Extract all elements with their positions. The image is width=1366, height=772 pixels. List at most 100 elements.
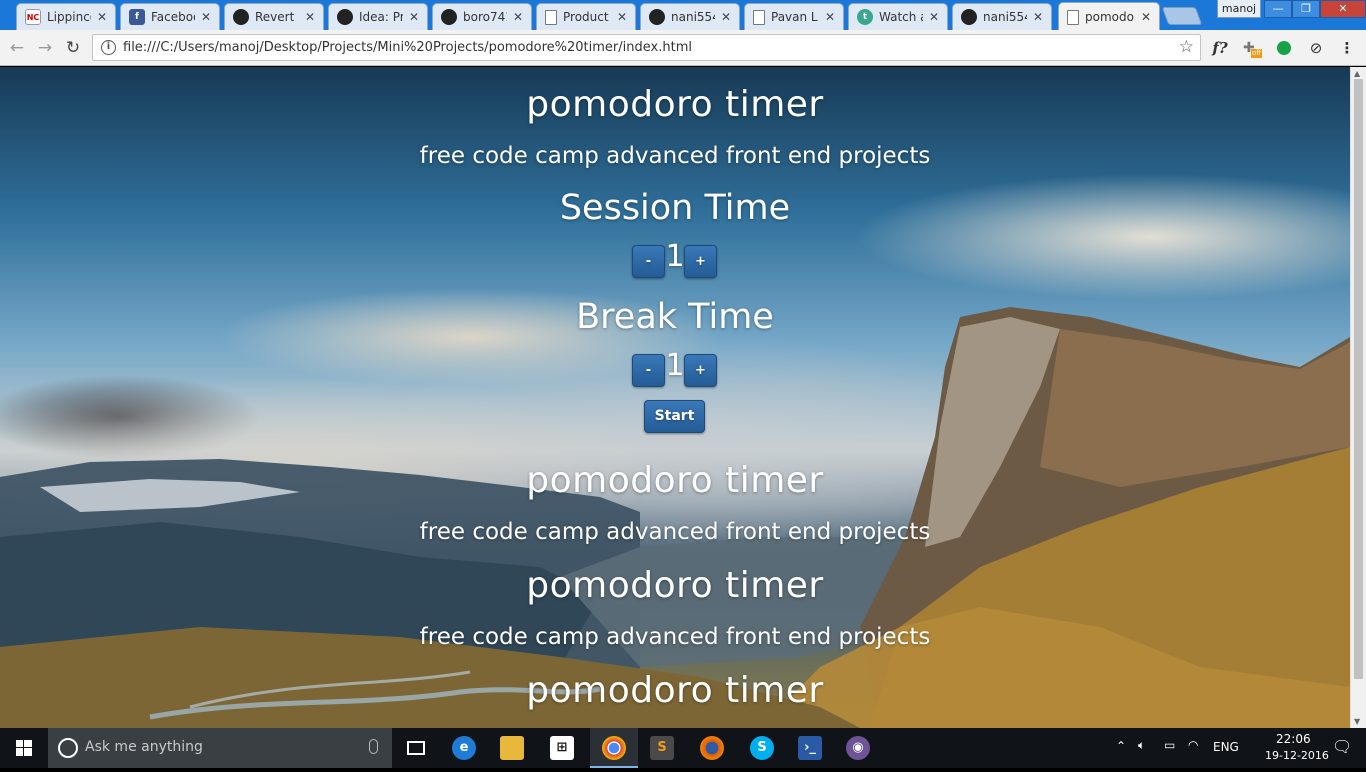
tab-title: Product (563, 10, 609, 24)
session-increment-button[interactable]: + (684, 245, 717, 278)
tab-title: nani554 (671, 10, 715, 24)
new-tab-button[interactable] (1161, 7, 1203, 25)
folder-icon (500, 736, 524, 760)
back-icon[interactable]: ← (6, 37, 28, 59)
taskbar-skype[interactable]: S (738, 728, 786, 768)
tab-title: Idea: Pro (359, 10, 403, 24)
close-icon[interactable]: ✕ (823, 10, 837, 24)
browser-tab-strip: NC Lippinco ✕ f Faceboo ✕ Revert "r ✕ Id… (0, 0, 1366, 31)
clock-time[interactable]: 22:06 (1276, 732, 1311, 746)
close-icon[interactable]: ✕ (1031, 10, 1045, 24)
profile-button[interactable]: manoj (1217, 0, 1261, 18)
tab-title: Faceboo (151, 10, 195, 24)
cortana-search-box[interactable]: Ask me anything (48, 728, 392, 768)
facebook-icon: f (129, 9, 145, 25)
close-icon[interactable]: ✕ (303, 10, 317, 24)
scroll-up-icon[interactable]: ▲ (1354, 69, 1360, 78)
close-icon[interactable]: ✕ (511, 10, 525, 24)
tab-title: nani554 (983, 10, 1027, 24)
repeat-title: pomodoro timer (526, 565, 824, 606)
page-subtitle: free code camp advanced front end projec… (419, 143, 931, 169)
github-icon (649, 9, 665, 25)
taskbar-powershell[interactable]: ›_ (786, 728, 834, 768)
restore-button[interactable]: ❐ (1292, 0, 1320, 18)
grammarly-icon[interactable] (1273, 37, 1295, 59)
break-value: 1 (665, 348, 685, 383)
window-close-button[interactable]: ✕ (1320, 0, 1366, 18)
taskbar-store[interactable]: ⊞ (538, 728, 586, 768)
star-icon[interactable]: ☆ (1179, 37, 1194, 57)
url-text[interactable]: file:///C:/Users/manoj/Desktop/Projects/… (123, 40, 692, 55)
close-icon[interactable]: ✕ (615, 10, 629, 24)
info-icon[interactable]: i (101, 40, 116, 55)
microphone-icon[interactable] (369, 739, 378, 754)
browser-tab[interactable]: t Watch a ✕ (848, 3, 948, 30)
browser-tab[interactable]: Revert "r ✕ (224, 3, 324, 30)
taskbar-edge[interactable]: e (440, 728, 488, 768)
close-icon[interactable]: ✕ (927, 10, 941, 24)
battery-icon[interactable]: ▭ (1164, 738, 1175, 752)
close-icon[interactable]: ✕ (1139, 10, 1153, 24)
browser-tab[interactable]: boro741 ✕ (432, 3, 532, 30)
close-icon[interactable]: ✕ (95, 10, 109, 24)
start-button[interactable]: Start (644, 400, 705, 433)
close-icon[interactable]: ✕ (719, 10, 733, 24)
scroll-thumb[interactable] (1354, 79, 1363, 679)
repeat-subtitle: free code camp advanced front end projec… (419, 624, 931, 650)
close-icon[interactable]: ✕ (199, 10, 213, 24)
menu-icon[interactable]: ⋮ (1336, 37, 1358, 59)
repeat-title: pomodoro timer (526, 460, 824, 501)
browser-tab[interactable]: NC Lippinco ✕ (16, 3, 116, 30)
nc-icon: NC (25, 9, 41, 25)
sync-extension-icon[interactable]: ⊘ (1305, 37, 1327, 59)
show-hidden-icons-icon[interactable]: ⌃ (1116, 739, 1126, 753)
forward-icon[interactable]: → (34, 37, 56, 59)
volume-icon[interactable]: 🔈︎ (1138, 738, 1145, 753)
break-decrement-button[interactable]: - (632, 354, 665, 387)
language-indicator[interactable]: ENG (1213, 740, 1239, 754)
browser-tab[interactable]: Product ✕ (536, 3, 636, 30)
browser-tab[interactable]: nani554 ✕ (640, 3, 740, 30)
windows-start-button[interactable] (0, 728, 48, 768)
browser-tab[interactable]: Pavan L ✕ (744, 3, 844, 30)
repeat-subtitle: free code camp advanced front end projec… (419, 519, 931, 545)
taskbar-chrome[interactable] (590, 728, 638, 768)
taskbar-firefox[interactable] (688, 728, 736, 768)
browser-tab-active[interactable]: pomodo ✕ (1058, 2, 1160, 31)
scroll-down-icon[interactable]: ▼ (1354, 717, 1360, 726)
taskbar-sublime[interactable]: S (638, 728, 686, 768)
tab-title: boro741 (463, 10, 507, 24)
reload-icon[interactable]: ↻ (62, 37, 84, 59)
break-controls: - 1 + (0, 348, 1350, 390)
browser-tab[interactable]: f Faceboo ✕ (120, 3, 220, 30)
taskbar-github-desktop[interactable]: ◉ (834, 728, 882, 768)
notifications-icon[interactable]: 🗨︎ (1332, 737, 1352, 756)
browser-tab[interactable]: nani554 ✕ (952, 3, 1052, 30)
session-controls: - 1 + (0, 242, 1350, 281)
document-icon (753, 9, 765, 25)
powershell-icon: ›_ (798, 736, 822, 760)
session-decrement-button[interactable]: - (632, 245, 665, 278)
taskbar-file-explorer[interactable] (488, 728, 536, 768)
browser-tab[interactable]: Idea: Pro ✕ (328, 3, 428, 30)
store-icon: ⊞ (550, 736, 574, 760)
windows-taskbar: Ask me anything e ⊞ S S ›_ ◉ ⌃ 🔈︎ ▭ ◠ EN… (0, 728, 1366, 768)
firefox-icon (700, 736, 724, 760)
minimize-button[interactable]: — (1264, 0, 1292, 18)
browser-toolbar: ← → ↻ i file:///C:/Users/manoj/Desktop/P… (0, 30, 1366, 66)
break-increment-button[interactable]: + (684, 354, 717, 387)
task-view-button[interactable] (392, 728, 440, 768)
page-scrollbar[interactable]: ▲ ▼ (1350, 67, 1366, 728)
off-badge: off (1251, 49, 1263, 58)
address-bar[interactable]: i file:///C:/Users/manoj/Desktop/Project… (92, 34, 1201, 61)
wifi-icon[interactable]: ◠ (1188, 738, 1198, 752)
clock-date[interactable]: 19-12-2016 (1265, 749, 1329, 762)
system-tray: ⌃ 🔈︎ ▭ ◠ ENG 22:06 19-12-2016 🗨︎ (1110, 728, 1366, 768)
puzzle-extension-icon[interactable]: ✚ off (1241, 37, 1263, 59)
edge-icon: e (452, 736, 476, 760)
repeat-title: pomodoro timer (526, 670, 824, 711)
formula-extension-icon[interactable]: f? (1209, 37, 1231, 59)
sublime-text-icon: S (650, 736, 674, 760)
close-icon[interactable]: ✕ (407, 10, 421, 24)
github-desktop-icon: ◉ (846, 736, 870, 760)
